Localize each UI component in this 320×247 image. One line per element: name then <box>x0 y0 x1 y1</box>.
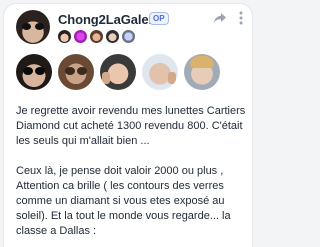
sticker-sunglasses[interactable] <box>16 54 52 90</box>
sticker-pointing-man[interactable] <box>100 54 136 90</box>
more-vertical-icon <box>239 11 243 25</box>
username[interactable]: Chong2LaGalere <box>58 12 161 27</box>
badge-sunglasses-icon[interactable] <box>58 30 71 43</box>
share-arrow-icon <box>214 13 226 23</box>
post-card: Chong2LaGalere OP Je regrette avoir reve… <box>4 4 252 247</box>
more-options-icon[interactable] <box>236 11 246 27</box>
share-icon[interactable] <box>212 11 228 27</box>
user-badges <box>58 30 135 44</box>
post-body: Je regrette avoir revendu mes lunettes C… <box>16 105 246 237</box>
user-avatar[interactable] <box>16 10 50 44</box>
badge-shield-icon[interactable] <box>122 30 135 43</box>
post-header: Chong2LaGalere OP <box>16 10 244 50</box>
avatar-sunglasses <box>22 23 44 30</box>
badge-portrait-icon[interactable] <box>106 30 119 43</box>
op-badge: OP <box>149 12 169 25</box>
sticker-row <box>16 54 220 92</box>
sticker-suit-man[interactable] <box>142 54 178 90</box>
sticker-aviator-glasses[interactable] <box>58 54 94 90</box>
badge-purple-swirl-icon[interactable] <box>74 30 87 43</box>
sticker-blonde-woman[interactable] <box>184 54 220 90</box>
badge-face-icon[interactable] <box>90 30 103 43</box>
